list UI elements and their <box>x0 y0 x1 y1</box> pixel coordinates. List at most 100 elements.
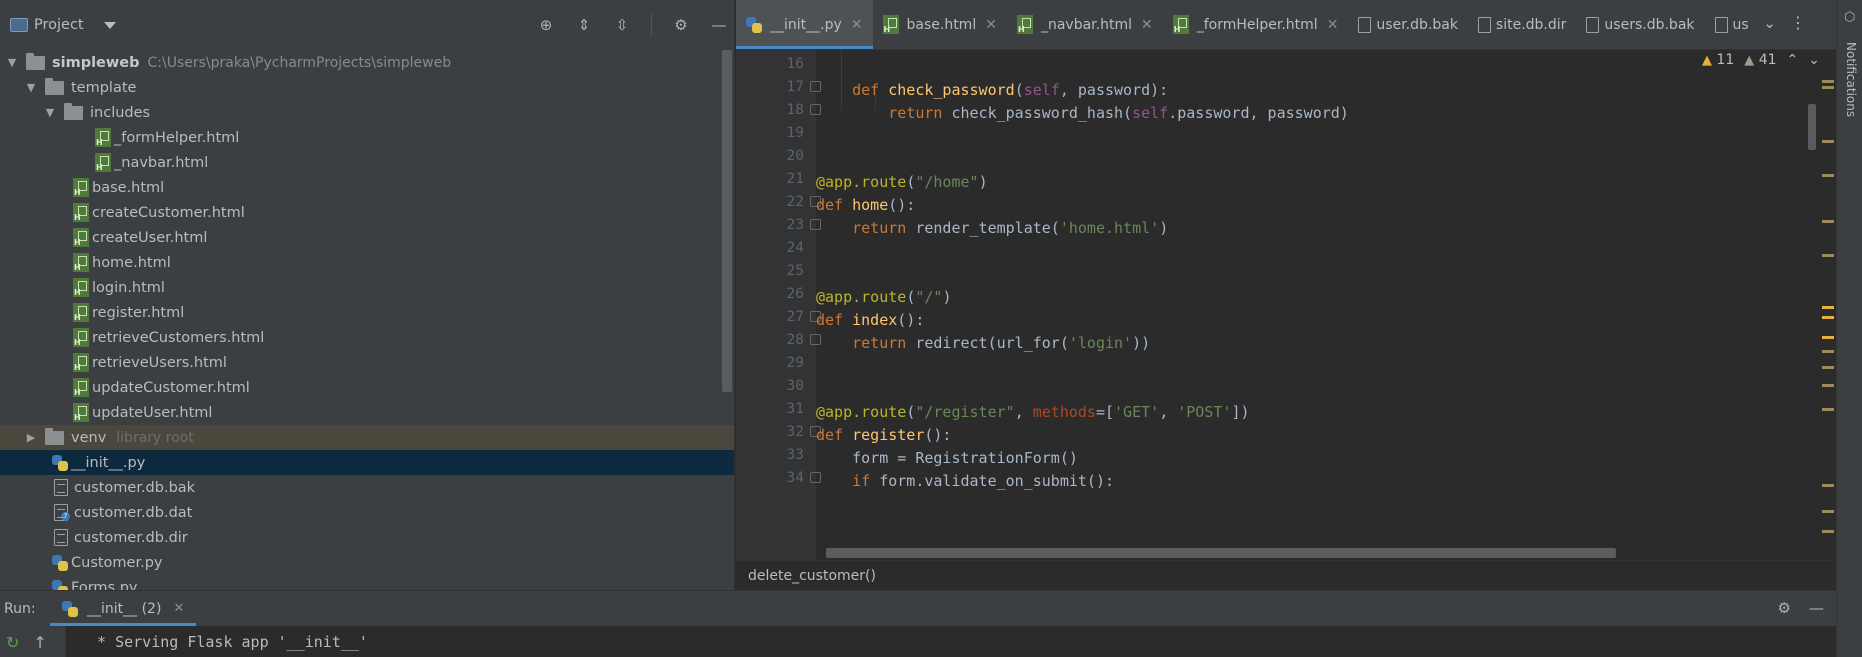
expand-all-icon[interactable]: ⇕ <box>575 16 593 34</box>
bell-icon[interactable]: ⬡ <box>1844 10 1855 25</box>
close-icon[interactable]: ✕ <box>985 17 997 33</box>
tree-item-init-py[interactable]: __init__.py <box>0 450 734 475</box>
code-line: return render_template('home.html') <box>852 219 1169 237</box>
tab-label: _navbar.html <box>1040 16 1132 33</box>
tab-init-py[interactable]: __init__.py ✕ <box>736 0 873 49</box>
breadcrumb-item[interactable]: delete_customer() <box>748 568 876 584</box>
warning-marker[interactable] <box>1822 174 1834 177</box>
line-number: 22 <box>786 194 804 210</box>
chevron-down-icon[interactable]: ▼ <box>44 106 56 119</box>
tab-truncated[interactable]: us <box>1705 0 1759 49</box>
gear-icon[interactable]: ⚙ <box>672 16 690 34</box>
collapse-all-icon[interactable]: ⇳ <box>613 16 631 34</box>
horizontal-scrollbar[interactable] <box>826 548 1616 558</box>
code-line: def index(): <box>816 311 925 329</box>
warning-marker[interactable] <box>1822 306 1834 309</box>
tree-item-file[interactable]: customer.db.bak <box>0 475 734 500</box>
warning-marker[interactable] <box>1822 350 1834 353</box>
warning-marker[interactable] <box>1822 408 1834 411</box>
warning-marker[interactable] <box>1822 80 1834 83</box>
tree-item-file[interactable]: retrieveUsers.html <box>0 350 734 375</box>
code-area[interactable]: def check_password(self, password): retu… <box>816 50 1820 560</box>
tab-site-db-dir[interactable]: site.db.dir <box>1468 0 1577 49</box>
folder-icon <box>26 52 45 70</box>
text-file-icon <box>54 529 68 546</box>
project-view-selector[interactable]: Project <box>10 17 116 33</box>
minimize-icon[interactable]: — <box>710 16 728 34</box>
tree-item-file[interactable]: _formHelper.html <box>0 125 734 150</box>
tree-item-file[interactable]: retrieveCustomers.html <box>0 325 734 350</box>
editor-scrollbar[interactable] <box>1808 104 1816 150</box>
tree-item-file[interactable]: login.html <box>0 275 734 300</box>
error-stripe[interactable] <box>1820 80 1836 560</box>
warning-marker[interactable] <box>1822 86 1834 89</box>
chevron-down-icon[interactable]: ▼ <box>25 81 37 94</box>
tab-users-db-bak[interactable]: users.db.bak <box>1576 0 1704 49</box>
arrow-up-icon[interactable]: ↑ <box>33 633 46 652</box>
chevron-down-icon[interactable]: ▼ <box>6 56 18 69</box>
chevron-down-icon[interactable]: ⌄ <box>1763 14 1776 32</box>
text-file-icon <box>1477 16 1491 33</box>
tree-item-file[interactable]: Forms.py <box>0 575 734 590</box>
warning-marker[interactable] <box>1822 510 1834 513</box>
tree-item-file[interactable]: register.html <box>0 300 734 325</box>
html-file-icon <box>73 253 89 272</box>
warning-marker[interactable] <box>1822 140 1834 143</box>
code-line: def check_password(self, password): <box>852 81 1169 99</box>
tab-navbar-html[interactable]: _navbar.html ✕ <box>1007 0 1163 49</box>
weak-warnings-indicator[interactable]: ▲ 41 <box>1744 52 1776 68</box>
warning-marker[interactable] <box>1822 484 1834 487</box>
rerun-icon[interactable]: ↻ <box>6 633 19 652</box>
html-file-icon <box>73 228 89 247</box>
tree-item-includes[interactable]: ▼ includes <box>0 100 734 125</box>
line-number: 28 <box>786 332 804 348</box>
tree-item-file[interactable]: ? customer.db.dat <box>0 500 734 525</box>
locate-icon[interactable]: ⊕ <box>537 16 555 34</box>
chevron-right-icon[interactable]: ▶ <box>25 431 37 444</box>
tree-item-file[interactable]: createUser.html <box>0 225 734 250</box>
gear-icon[interactable]: ⚙ <box>1778 599 1791 617</box>
line-number: 27 <box>786 309 804 325</box>
inspection-widget[interactable]: ▲ 11 ▲ 41 ⌃ ⌄ <box>1702 52 1820 68</box>
close-icon[interactable]: ✕ <box>851 17 863 33</box>
tree-item-label: venv <box>71 429 107 446</box>
line-number: 16 <box>786 56 804 72</box>
warning-marker[interactable] <box>1822 316 1834 319</box>
project-scrollbar[interactable] <box>722 50 732 392</box>
warning-marker[interactable] <box>1822 254 1834 257</box>
run-tab[interactable]: __init__ (2) ✕ <box>50 591 197 626</box>
warning-marker[interactable] <box>1822 530 1834 533</box>
tree-item-file[interactable]: Customer.py <box>0 550 734 575</box>
warning-marker[interactable] <box>1822 220 1834 223</box>
tree-item-file[interactable]: customer.db.dir <box>0 525 734 550</box>
breadcrumb[interactable]: delete_customer() <box>736 560 1836 590</box>
tree-item-file[interactable]: updateCustomer.html <box>0 375 734 400</box>
code-line: @app.route("/home") <box>816 173 988 191</box>
tab-base-html[interactable]: base.html ✕ <box>873 0 1007 49</box>
tab-formhelper-html[interactable]: _formHelper.html ✕ <box>1163 0 1349 49</box>
text-file-icon <box>1586 16 1600 33</box>
minimize-icon[interactable]: — <box>1809 599 1824 617</box>
line-number: 29 <box>786 355 804 371</box>
notifications-tool-button[interactable]: Notifications <box>1844 42 1858 117</box>
tree-item-template[interactable]: ▼ template <box>0 75 734 100</box>
tree-item-file[interactable]: createCustomer.html <box>0 200 734 225</box>
tree-item-label: base.html <box>92 179 165 196</box>
close-icon[interactable]: ✕ <box>1327 17 1339 33</box>
tree-item-file[interactable]: _navbar.html <box>0 150 734 175</box>
more-vertical-icon[interactable]: ⋮ <box>1790 13 1806 32</box>
warning-marker[interactable] <box>1822 336 1834 339</box>
warnings-indicator[interactable]: ▲ 11 <box>1702 52 1734 68</box>
warning-marker[interactable] <box>1822 384 1834 387</box>
tree-item-venv[interactable]: ▶ venv library root <box>0 425 734 450</box>
tree-item-file[interactable]: home.html <box>0 250 734 275</box>
warning-marker[interactable] <box>1822 366 1834 369</box>
close-icon[interactable]: ✕ <box>173 601 184 616</box>
tab-user-db-bak[interactable]: user.db.bak <box>1348 0 1468 49</box>
tree-item-file[interactable]: base.html <box>0 175 734 200</box>
close-icon[interactable]: ✕ <box>1141 17 1153 33</box>
next-highlight-icon[interactable]: ⌄ <box>1808 52 1820 68</box>
tree-item-file[interactable]: updateUser.html <box>0 400 734 425</box>
previous-highlight-icon[interactable]: ⌃ <box>1787 52 1799 68</box>
tree-item-simpleweb[interactable]: ▼ simpleweb C:\Users\praka\PycharmProjec… <box>0 50 734 75</box>
